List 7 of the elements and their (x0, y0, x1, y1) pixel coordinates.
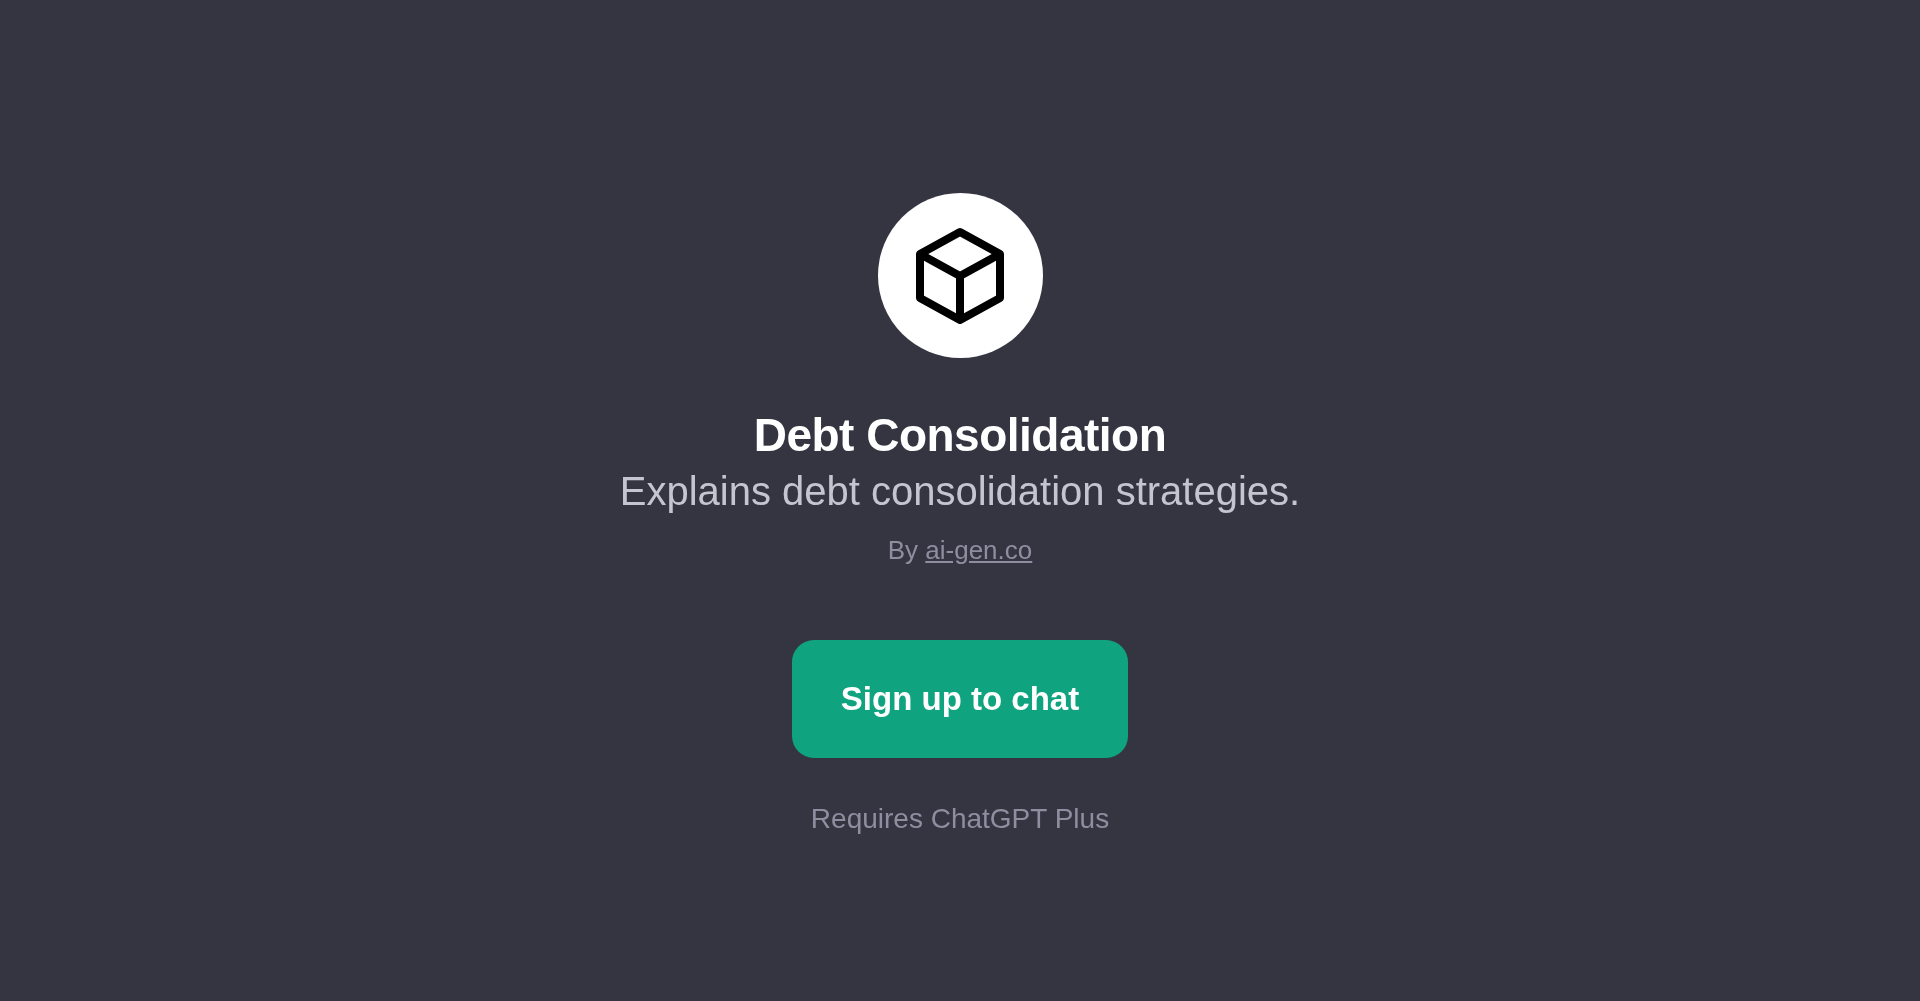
requirement-note: Requires ChatGPT Plus (810, 802, 1110, 837)
gpt-description: Explains debt consolidation strategies. (619, 468, 1301, 516)
cube-icon (914, 225, 1006, 326)
author-link[interactable]: ai-gen.co (925, 535, 1033, 566)
author-line: By ai-gen.co (887, 534, 1033, 568)
sign-up-button[interactable]: Sign up to chat (792, 640, 1128, 759)
gpt-title: Debt Consolidation (753, 408, 1167, 463)
